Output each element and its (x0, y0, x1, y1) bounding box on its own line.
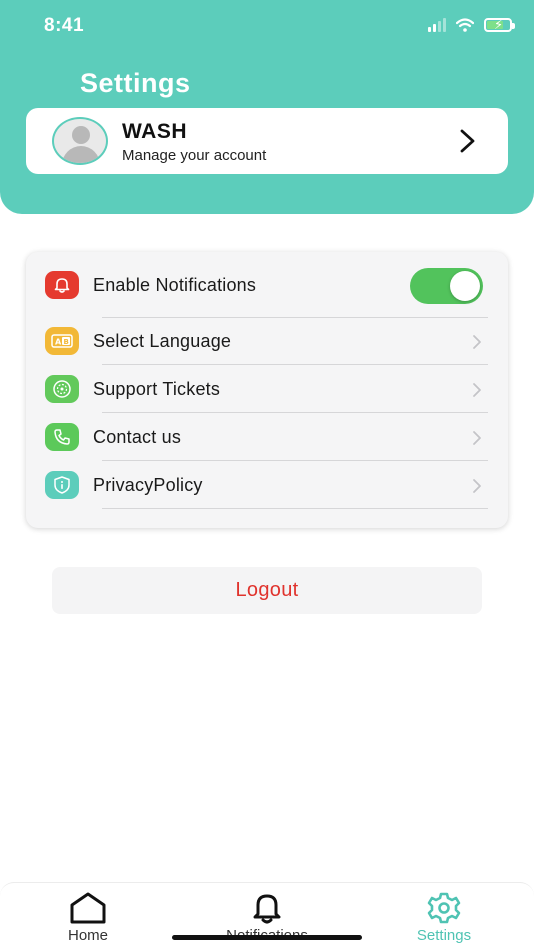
gear-icon (427, 892, 461, 924)
settings-item-label: Support Tickets (93, 379, 221, 399)
logout-button[interactable]: Logout (52, 567, 482, 614)
bell-icon (45, 271, 79, 299)
tab-label: Settings (416, 927, 472, 944)
tab-notifications[interactable]: Notifications (207, 891, 327, 949)
tab-label: Home (67, 927, 108, 944)
chevron-right-icon (473, 431, 481, 445)
shield-info-icon (45, 471, 79, 499)
settings-list: Enable Notifications A B Select Language (26, 252, 508, 528)
account-card[interactable]: WASH Manage your account (26, 108, 508, 174)
battery-charging-icon: ⚡ (484, 17, 515, 32)
account-name: WASH (122, 120, 187, 143)
home-icon (70, 892, 106, 924)
settings-item-select-language[interactable]: A B Select Language (26, 317, 508, 365)
status-time: 8:41 (44, 15, 85, 36)
ticket-icon (45, 375, 79, 403)
settings-item-contact-us[interactable]: Contact us (26, 413, 508, 461)
status-bar: 8:41 ⚡ (0, 0, 534, 52)
chevron-right-icon (460, 129, 475, 153)
chevron-right-icon (473, 383, 481, 397)
status-icons: ⚡ (428, 17, 515, 32)
cellular-signal-icon (428, 18, 446, 32)
tab-home[interactable]: Home (28, 891, 148, 949)
tab-settings[interactable]: Settings (384, 891, 504, 949)
settings-item-label: PrivacyPolicy (93, 475, 203, 495)
divider (102, 508, 488, 509)
settings-item-enable-notifications[interactable]: Enable Notifications (26, 262, 508, 318)
wifi-icon (456, 18, 474, 32)
toggle-knob (450, 271, 480, 301)
settings-item-label: Contact us (93, 427, 182, 447)
chevron-right-icon (473, 479, 481, 493)
svg-text:B: B (64, 338, 69, 346)
notifications-toggle[interactable] (410, 268, 483, 304)
settings-item-label: Enable Notifications (93, 275, 257, 295)
person-placeholder-icon (52, 117, 108, 165)
settings-item-support-tickets[interactable]: Support Tickets (26, 365, 508, 413)
page-title: Settings (80, 68, 191, 98)
home-indicator (172, 935, 362, 940)
phone-icon (45, 423, 79, 451)
account-subtitle: Manage your account (122, 147, 267, 164)
settings-item-privacy-policy[interactable]: PrivacyPolicy (26, 461, 508, 509)
bell-icon (253, 894, 281, 924)
language-icon: A B (45, 327, 79, 355)
settings-item-label: Select Language (93, 331, 232, 351)
chevron-right-icon (473, 335, 481, 349)
header-banner: 8:41 ⚡ Settings WASH Manage your account (0, 0, 534, 214)
svg-text:A: A (55, 338, 62, 347)
